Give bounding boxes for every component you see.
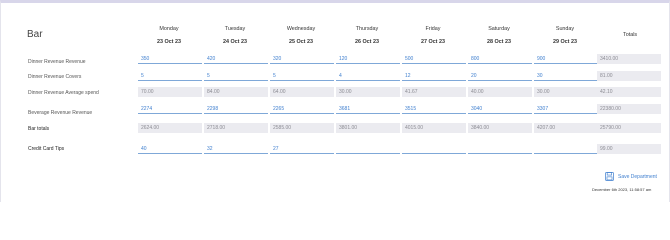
cell-beverage-revenue-fri[interactable]: 3515 [402, 104, 466, 114]
cell-average-spend-fri: 41.67 [402, 87, 466, 97]
cell-dinner-covers-sun[interactable]: 30 [534, 71, 598, 81]
cell-dinner-covers-mon[interactable]: 5 [138, 71, 202, 81]
cell-dinner-revenue-thu[interactable]: 120 [336, 54, 400, 64]
day-name: Wednesday [286, 26, 316, 32]
cell-average-spend-thu: 30.00 [336, 87, 400, 97]
cell-beverage-revenue-wed[interactable]: 2265 [270, 104, 334, 114]
row-label-credit-card-tips: Credit Card Tips [28, 146, 65, 152]
cell-tips-thu[interactable] [336, 144, 400, 154]
day-date: 24 Oct 23 [223, 39, 247, 45]
total-average-spend: 42.10 [597, 87, 661, 97]
day-name: Tuesday [224, 26, 246, 32]
cell-beverage-revenue-thu[interactable]: 3681 [336, 104, 400, 114]
total-bar-totals: 25790.00 [597, 123, 661, 133]
day-name: Saturday [488, 26, 510, 32]
cell-dinner-revenue-wed[interactable]: 320 [270, 54, 334, 64]
cell-dinner-revenue-tue[interactable]: 420 [204, 54, 268, 64]
day-header-tuesday: Tuesday 24 Oct 23 [204, 26, 266, 45]
cell-beverage-revenue-mon[interactable]: 2274 [138, 104, 202, 114]
row-label-beverage-revenue: Beverage Revenue Revenue [28, 110, 93, 116]
cell-bar-totals-tue: 2718.00 [204, 123, 268, 133]
page-title: Bar [27, 29, 43, 40]
cell-dinner-covers-thu[interactable]: 4 [336, 71, 400, 81]
day-header-thursday: Thursday 26 Oct 23 [336, 26, 398, 45]
cell-beverage-revenue-sun[interactable]: 3307 [534, 104, 598, 114]
cell-tips-wed[interactable]: 27 [270, 144, 334, 154]
cell-bar-totals-fri: 4015.00 [402, 123, 466, 133]
cell-tips-sat[interactable] [468, 144, 532, 154]
cell-dinner-revenue-mon[interactable]: 350 [138, 54, 202, 64]
cell-bar-totals-sat: 3840.00 [468, 123, 532, 133]
cell-beverage-revenue-sat[interactable]: 3040 [468, 104, 532, 114]
day-header-friday: Friday 27 Oct 23 [402, 26, 464, 45]
cell-bar-totals-mon: 2624.00 [138, 123, 202, 133]
row-label-bar-totals: Bar totals [28, 126, 50, 132]
cell-average-spend-sat: 40.00 [468, 87, 532, 97]
cell-average-spend-mon: 70.00 [138, 87, 202, 97]
day-header-saturday: Saturday 28 Oct 23 [468, 26, 530, 45]
cell-tips-sun[interactable] [534, 144, 598, 154]
day-date: 29 Oct 23 [553, 39, 577, 45]
cell-bar-totals-thu: 3801.00 [336, 123, 400, 133]
cell-tips-tue[interactable]: 32 [204, 144, 268, 154]
total-beverage-revenue: 22380.00 [597, 104, 661, 114]
cell-beverage-revenue-tue[interactable]: 2298 [204, 104, 268, 114]
day-date: 27 Oct 23 [421, 39, 445, 45]
cell-dinner-revenue-sat[interactable]: 800 [468, 54, 532, 64]
cell-average-spend-sun: 30.00 [534, 87, 598, 97]
total-dinner-revenue: 3410.00 [597, 54, 661, 64]
day-name: Thursday [355, 26, 379, 32]
floppy-disk-icon [605, 172, 614, 181]
totals-header: Totals [623, 32, 638, 38]
day-header-sunday: Sunday 29 Oct 23 [534, 26, 596, 45]
cell-dinner-covers-sat[interactable]: 20 [468, 71, 532, 81]
day-date: 26 Oct 23 [355, 39, 379, 45]
day-name: Friday [425, 26, 441, 32]
cell-tips-mon[interactable]: 40 [138, 144, 202, 154]
cell-bar-totals-sun: 4207.00 [534, 123, 598, 133]
day-date: 23 Oct 23 [157, 39, 181, 45]
row-label-dinner-revenue: Dinner Revenue Revenue [28, 59, 86, 65]
day-header-wednesday: Wednesday 25 Oct 23 [270, 26, 332, 45]
day-header-monday: Monday 23 Oct 23 [138, 26, 200, 45]
total-credit-card-tips: 99.00 [597, 144, 661, 154]
total-dinner-covers: 81.00 [597, 71, 661, 81]
cell-dinner-revenue-fri[interactable]: 500 [402, 54, 466, 64]
last-saved-timestamp: December 6th 2023, 11:58:57 am [592, 187, 652, 192]
day-date: 28 Oct 23 [487, 39, 511, 45]
row-label-dinner-average-spend: Dinner Revenue Average spend [28, 90, 99, 96]
cell-dinner-revenue-sun[interactable]: 900 [534, 54, 598, 64]
cell-dinner-covers-fri[interactable]: 12 [402, 71, 466, 81]
department-panel: Bar Monday 23 Oct 23 Tuesday 24 Oct 23 W… [0, 0, 670, 202]
day-date: 25 Oct 23 [289, 39, 313, 45]
cell-tips-fri[interactable] [402, 144, 466, 154]
cell-dinner-covers-wed[interactable]: 5 [270, 71, 334, 81]
day-name: Sunday [555, 26, 575, 32]
save-department-button[interactable]: Save Department [605, 172, 657, 181]
cell-average-spend-wed: 64.00 [270, 87, 334, 97]
day-name: Monday [159, 26, 179, 32]
cell-average-spend-tue: 84.00 [204, 87, 268, 97]
save-department-label: Save Department [618, 173, 657, 180]
cell-bar-totals-wed: 2585.00 [270, 123, 334, 133]
cell-dinner-covers-tue[interactable]: 5 [204, 71, 268, 81]
row-label-dinner-covers: Dinner Revenue Covers [28, 74, 82, 80]
